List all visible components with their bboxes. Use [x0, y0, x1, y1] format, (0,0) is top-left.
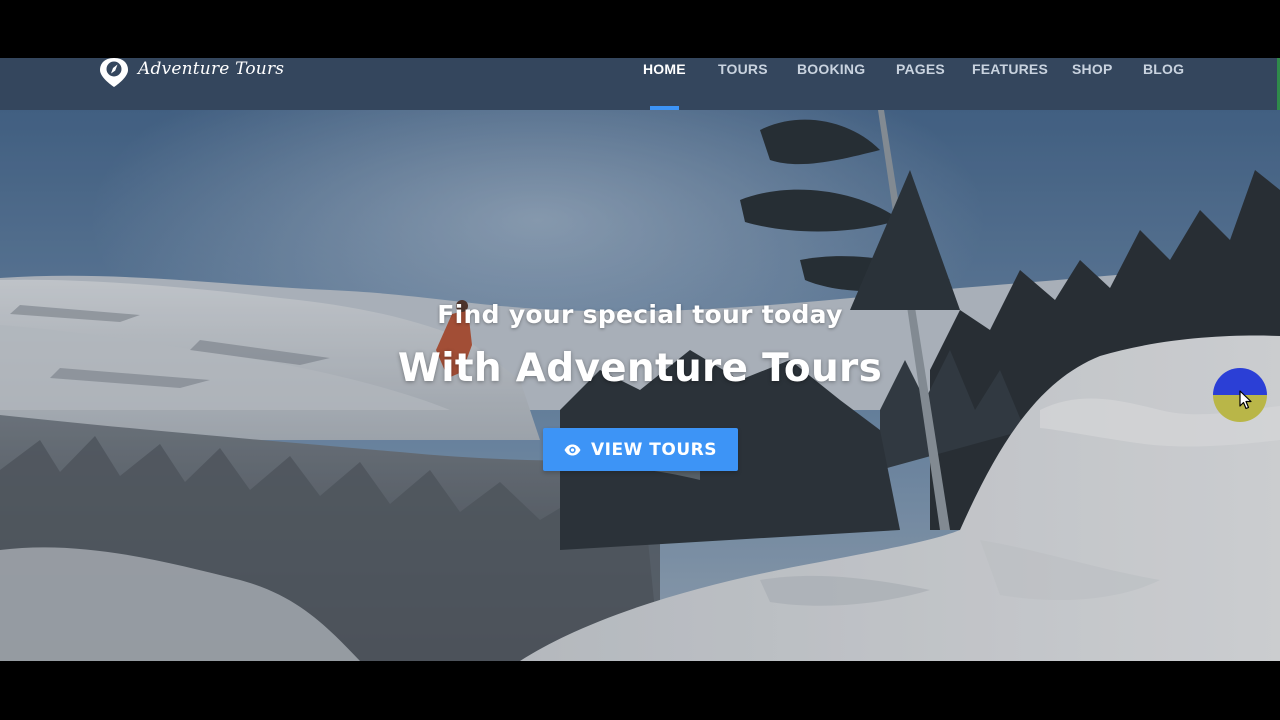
website-viewport: Adventure Tours HOME TOURS BOOKING PAGES… — [0, 58, 1280, 661]
hero-subtitle: Find your special tour today — [437, 300, 843, 329]
nav-item-booking[interactable]: BOOKING — [797, 59, 865, 79]
nav-item-tours[interactable]: TOURS — [718, 59, 768, 79]
mouse-cursor-icon — [1239, 390, 1252, 410]
view-tours-button[interactable]: VIEW TOURS — [543, 428, 738, 471]
nav-item-pages[interactable]: PAGES — [896, 59, 945, 79]
site-header: Adventure Tours HOME TOURS BOOKING PAGES… — [0, 58, 1280, 110]
letterbox-bottom — [0, 661, 1280, 720]
hero-title: With Adventure Tours — [397, 346, 883, 391]
view-tours-label: VIEW TOURS — [591, 439, 717, 460]
active-nav-indicator — [650, 106, 679, 110]
nav-item-shop[interactable]: SHOP — [1072, 59, 1112, 79]
main-nav: HOME TOURS BOOKING PAGES FEATURES SHOP B… — [0, 58, 1280, 110]
nav-item-blog[interactable]: BLOG — [1143, 59, 1184, 79]
letterbox-top — [0, 0, 1280, 58]
eye-icon — [564, 444, 581, 455]
nav-item-home[interactable]: HOME — [643, 59, 686, 79]
nav-item-features[interactable]: FEATURES — [972, 59, 1048, 79]
hero-section: Find your special tour today With Advent… — [0, 110, 1280, 661]
